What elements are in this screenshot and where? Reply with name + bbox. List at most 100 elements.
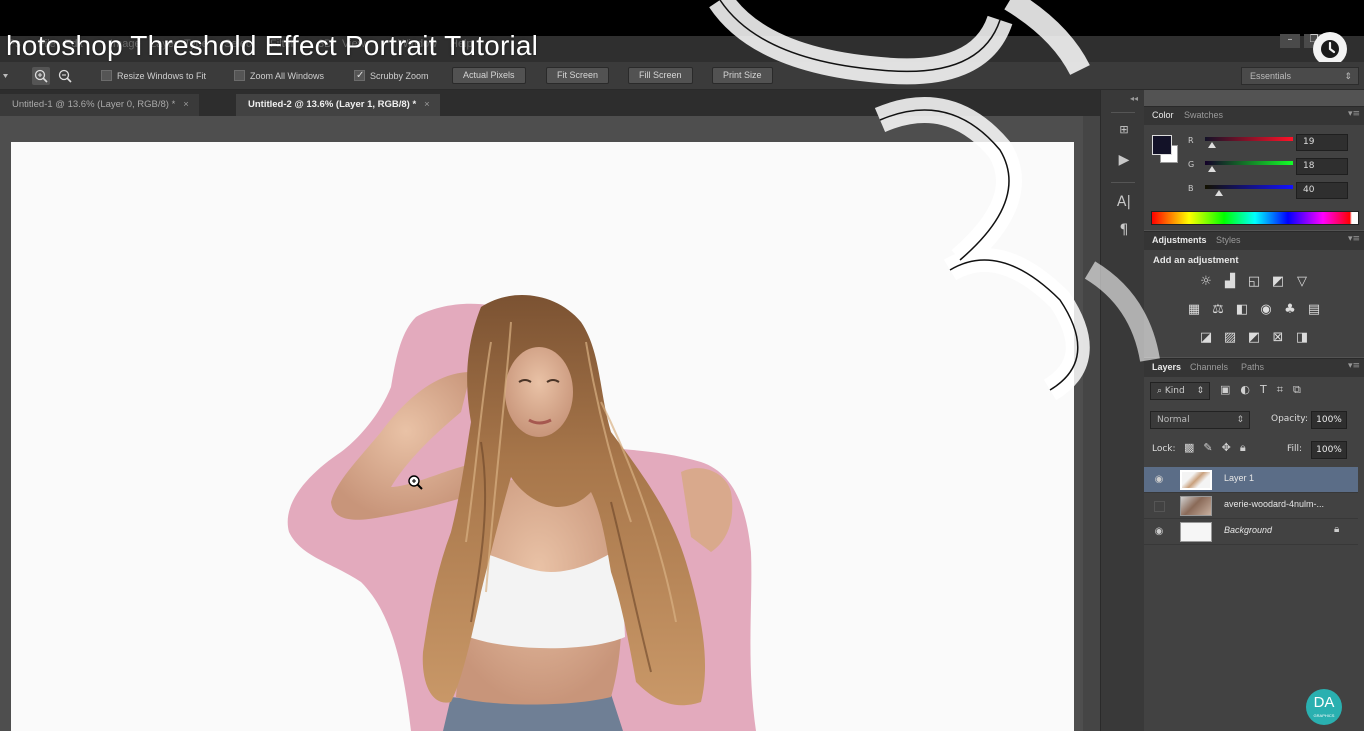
lock-all-icon[interactable]: 🔒︎	[1240, 441, 1246, 455]
lock-position-icon[interactable]: ✥	[1222, 441, 1231, 455]
blue-track[interactable]	[1205, 185, 1293, 189]
tool-preset-chevron-icon[interactable]	[0, 67, 12, 85]
layer-filter-icons: ▣ ◐ T ⌗ ⧉	[1220, 383, 1301, 397]
smart-object-filter-icon[interactable]: ⧉	[1293, 383, 1301, 397]
selective-color-icon[interactable]: ⊠	[1270, 330, 1286, 346]
tab-untitled-1[interactable]: Untitled-1 @ 13.6% (Layer 0, RGB/8) * ×	[0, 94, 199, 116]
zoom-cursor-icon	[408, 475, 423, 490]
hue-saturation-icon[interactable]: ▦	[1186, 302, 1202, 318]
portrait-image	[287, 295, 756, 731]
actions-play-icon[interactable]: ▶	[1113, 150, 1135, 170]
panel-menu-icon[interactable]: ▾≡	[1348, 234, 1360, 244]
curves-icon[interactable]: ◱	[1246, 274, 1262, 290]
blend-mode-select[interactable]: Normal ⇕	[1150, 411, 1250, 429]
video-title: hotoshop Threshold Effect Portrait Tutor…	[6, 30, 539, 61]
green-slider[interactable]: G 18	[1184, 158, 1360, 178]
fill-screen-button[interactable]: Fill Screen	[628, 67, 693, 84]
layer-lock-icon: 🔒︎	[1334, 524, 1340, 535]
tab-untitled-2[interactable]: Untitled-2 @ 13.6% (Layer 1, RGB/8) * ×	[236, 94, 440, 116]
tab-swatches[interactable]: Swatches	[1184, 110, 1223, 120]
resize-windows-checkbox[interactable]: Resize Windows to Fit	[101, 68, 206, 84]
green-track[interactable]	[1205, 161, 1293, 165]
channel-logo: DA GRAPHICS	[1306, 689, 1342, 725]
layer-row[interactable]: ◉ Background 🔒︎	[1144, 519, 1358, 545]
opacity-field[interactable]: 100%	[1311, 411, 1347, 429]
zoom-all-windows-checkbox[interactable]: Zoom All Windows	[234, 68, 324, 84]
foreground-color-swatch[interactable]	[1152, 135, 1172, 155]
red-slider[interactable]: R 19	[1184, 134, 1360, 154]
layer-thumbnail	[1180, 522, 1212, 542]
invert-icon[interactable]: ◪	[1198, 330, 1214, 346]
gradient-map-icon[interactable]: ◨	[1294, 330, 1310, 346]
blue-slider[interactable]: B 40	[1184, 182, 1360, 202]
color-spectrum-bar[interactable]	[1151, 211, 1359, 225]
canvas[interactable]	[11, 142, 1074, 731]
vertical-scrollbar[interactable]	[1083, 116, 1100, 731]
channel-mixer-icon[interactable]: ♣	[1282, 302, 1298, 318]
watch-later-clock-icon[interactable]	[1313, 32, 1347, 66]
layer-row[interactable]: averie-woodard-4nulm-...	[1144, 493, 1358, 519]
blue-thumb[interactable]	[1215, 190, 1223, 196]
exposure-icon[interactable]: ◩	[1270, 274, 1286, 290]
tab-styles[interactable]: Styles	[1216, 235, 1241, 245]
photo-filter-icon[interactable]: ◉	[1258, 302, 1274, 318]
workspace-switcher[interactable]: Essentials ⇕	[1241, 67, 1359, 85]
layer-filter-row: ⌕ Kind ⇕ ▣ ◐ T ⌗ ⧉	[1150, 382, 1360, 400]
zoom-out-icon[interactable]	[56, 67, 74, 85]
pixel-filter-icon[interactable]: ▣	[1220, 383, 1230, 397]
history-panel-icon[interactable]: ⊞	[1113, 120, 1135, 140]
type-filter-icon[interactable]: T	[1260, 383, 1267, 397]
threshold-icon[interactable]: ◩	[1246, 330, 1262, 346]
print-size-button[interactable]: Print Size	[712, 67, 773, 84]
zoom-in-icon[interactable]	[32, 67, 50, 85]
panel-menu-icon[interactable]: ▾≡	[1348, 109, 1360, 119]
document-area	[0, 116, 1100, 731]
fit-screen-button[interactable]: Fit Screen	[546, 67, 610, 84]
vibrance-icon[interactable]: ▽	[1294, 274, 1310, 290]
tab-channels[interactable]: Channels	[1190, 362, 1228, 372]
adjustment-filter-icon[interactable]: ◐	[1240, 383, 1250, 397]
layer-name[interactable]: Background	[1224, 525, 1272, 535]
lock-image-icon[interactable]: ✎	[1203, 441, 1212, 455]
visibility-eye-icon[interactable]: ◉	[1152, 473, 1166, 487]
tab-paths[interactable]: Paths	[1241, 362, 1264, 372]
visibility-eye-icon[interactable]: ◉	[1152, 525, 1166, 539]
blue-value-field[interactable]: 40	[1296, 182, 1348, 199]
adjustment-icons-row-1: ☼ ▟ ◱ ◩ ▽	[1144, 274, 1364, 290]
panel-menu-icon[interactable]: ▾≡	[1348, 361, 1360, 371]
paragraph-panel-icon[interactable]: ¶	[1113, 220, 1135, 240]
layer-row[interactable]: ◉ Layer 1	[1144, 467, 1358, 493]
brightness-contrast-icon[interactable]: ☼	[1198, 274, 1214, 290]
character-panel-icon[interactable]: A|	[1113, 192, 1135, 212]
green-thumb[interactable]	[1208, 166, 1216, 172]
actual-pixels-button[interactable]: Actual Pixels	[452, 67, 526, 84]
red-thumb[interactable]	[1208, 142, 1216, 148]
lock-transparency-icon[interactable]: ▩	[1184, 441, 1194, 455]
layers-panel-tabs: Layers Channels Paths ▾≡	[1144, 359, 1364, 377]
tab-layers[interactable]: Layers	[1152, 362, 1181, 372]
levels-icon[interactable]: ▟	[1222, 274, 1238, 290]
layer-name[interactable]: averie-woodard-4nulm-...	[1224, 499, 1324, 509]
collapse-panels-icon[interactable]: ◂◂	[1130, 94, 1138, 103]
green-value-field[interactable]: 18	[1296, 158, 1348, 175]
posterize-icon[interactable]: ▨	[1222, 330, 1238, 346]
red-track[interactable]	[1205, 137, 1293, 141]
tab-color[interactable]: Color	[1152, 110, 1174, 120]
color-panel: Color Swatches ▾≡ R 19 G 18 B 40	[1144, 106, 1364, 230]
layer-name[interactable]: Layer 1	[1224, 473, 1254, 483]
filter-kind-select[interactable]: ⌕ Kind ⇕	[1150, 382, 1210, 400]
fill-field[interactable]: 100%	[1311, 441, 1347, 459]
tab-adjustments[interactable]: Adjustments	[1152, 235, 1207, 245]
black-white-icon[interactable]: ◧	[1234, 302, 1250, 318]
visibility-toggle-off[interactable]	[1154, 501, 1165, 512]
minimize-icon[interactable]: –	[1280, 34, 1300, 48]
shape-filter-icon[interactable]: ⌗	[1277, 383, 1283, 397]
scrubby-zoom-checkbox[interactable]: Scrubby Zoom	[354, 68, 429, 84]
color-lookup-icon[interactable]: ▤	[1306, 302, 1322, 318]
color-balance-icon[interactable]: ⚖	[1210, 302, 1226, 318]
color-panel-tabs: Color Swatches ▾≡	[1144, 107, 1364, 125]
document-tabs: Untitled-1 @ 13.6% (Layer 0, RGB/8) * × U…	[0, 90, 1100, 116]
close-tab-icon[interactable]: ×	[183, 99, 189, 110]
close-tab-icon[interactable]: ×	[424, 99, 430, 110]
red-value-field[interactable]: 19	[1296, 134, 1348, 151]
